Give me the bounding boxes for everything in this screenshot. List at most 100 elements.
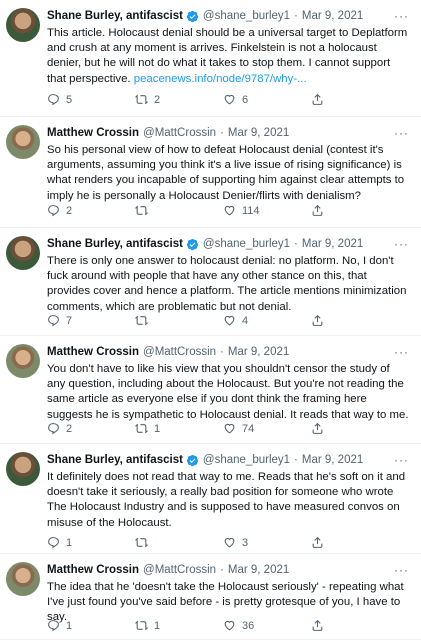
share-button[interactable] xyxy=(311,314,399,327)
author-handle[interactable]: @MattCrossin xyxy=(143,126,216,141)
separator: · xyxy=(220,564,224,576)
more-options-icon[interactable]: ··· xyxy=(394,345,409,359)
more-options-icon[interactable]: ··· xyxy=(394,237,409,251)
tweet-text: You don't have to like his view that you… xyxy=(47,363,409,421)
avatar[interactable] xyxy=(6,344,40,378)
reply-count: 2 xyxy=(66,422,73,435)
author-handle[interactable]: @MattCrossin xyxy=(143,563,216,578)
retweet-button[interactable]: 1 xyxy=(135,619,223,632)
reply-icon xyxy=(48,620,59,632)
tweet-actions: 2 114 xyxy=(47,204,399,217)
more-options-icon[interactable]: ··· xyxy=(394,9,409,23)
author-name[interactable]: Shane Burley, antifascist xyxy=(47,237,183,252)
reply-button[interactable]: 2 xyxy=(47,422,135,435)
more-options-icon[interactable]: ··· xyxy=(394,563,409,577)
tweet[interactable]: Shane Burley, antifascist @shane_burley1… xyxy=(0,228,421,336)
tweet-actions: 2 1 74 xyxy=(47,422,399,435)
tweet-date[interactable]: Mar 9, 2021 xyxy=(228,345,289,360)
author-name[interactable]: Shane Burley, antifascist xyxy=(47,9,183,24)
verified-badge-icon xyxy=(186,238,199,251)
author-name[interactable]: Matthew Crossin xyxy=(47,563,139,578)
share-button[interactable] xyxy=(311,422,399,435)
tweet[interactable]: Matthew Crossin @MattCrossin · Mar 9, 20… xyxy=(0,336,421,444)
author-handle[interactable]: @MattCrossin xyxy=(143,345,216,360)
retweet-icon xyxy=(135,94,148,105)
retweet-button[interactable]: 2 xyxy=(135,93,223,106)
separator: · xyxy=(220,127,224,139)
author-name[interactable]: Matthew Crossin xyxy=(47,126,139,141)
retweet-icon xyxy=(135,423,148,434)
like-button[interactable]: 114 xyxy=(223,204,311,217)
like-button[interactable]: 6 xyxy=(223,93,311,106)
separator: · xyxy=(220,346,224,358)
author-name[interactable]: Matthew Crossin xyxy=(47,345,139,360)
avatar[interactable] xyxy=(6,562,40,596)
share-button[interactable] xyxy=(311,93,399,106)
author-handle[interactable]: @shane_burley1 xyxy=(203,237,290,252)
tweet[interactable]: Matthew Crossin @MattCrossin · Mar 9, 20… xyxy=(0,117,421,228)
reply-button[interactable]: 5 xyxy=(47,93,135,106)
share-icon xyxy=(312,314,323,326)
retweet-button[interactable] xyxy=(135,314,223,327)
reply-button[interactable]: 2 xyxy=(47,204,135,217)
like-count: 74 xyxy=(242,422,255,435)
author-handle[interactable]: @shane_burley1 xyxy=(203,453,290,468)
retweet-button[interactable] xyxy=(135,204,223,217)
reply-button[interactable]: 1 xyxy=(47,536,135,549)
heart-icon xyxy=(224,423,235,434)
tweet-header: Matthew Crossin @MattCrossin · Mar 9, 20… xyxy=(47,126,411,141)
share-button[interactable] xyxy=(311,536,399,549)
retweet-button[interactable]: 1 xyxy=(135,422,223,435)
like-button[interactable]: 74 xyxy=(223,422,311,435)
avatar[interactable] xyxy=(6,452,40,486)
avatar[interactable] xyxy=(6,236,40,270)
tweet-date[interactable]: Mar 9, 2021 xyxy=(302,237,363,252)
share-button[interactable] xyxy=(311,619,399,632)
tweet-date[interactable]: Mar 9, 2021 xyxy=(228,126,289,141)
author-name[interactable]: Shane Burley, antifascist xyxy=(47,453,183,468)
reply-button[interactable]: 1 xyxy=(47,619,135,632)
share-icon xyxy=(312,204,323,216)
tweet-date[interactable]: Mar 9, 2021 xyxy=(302,453,363,468)
retweet-icon xyxy=(135,315,148,326)
avatar[interactable] xyxy=(6,8,40,42)
reply-icon xyxy=(48,423,59,435)
more-options-icon[interactable]: ··· xyxy=(394,453,409,467)
retweet-button[interactable] xyxy=(135,536,223,549)
tweet[interactable]: Matthew Crossin @MattCrossin · Mar 9, 20… xyxy=(0,554,421,640)
tweet[interactable]: Shane Burley, antifascist @shane_burley1… xyxy=(0,444,421,554)
more-options-icon[interactable]: ··· xyxy=(394,126,409,140)
reply-button[interactable]: 7 xyxy=(47,314,135,327)
tweet-actions: 1 1 36 xyxy=(47,619,399,632)
tweet-text: It definitely does not read that way to … xyxy=(47,471,406,529)
like-count: 4 xyxy=(242,314,249,327)
share-icon xyxy=(312,422,323,434)
avatar[interactable] xyxy=(6,125,40,159)
tweet-text: So his personal view of how to defeat Ho… xyxy=(47,144,405,202)
retweet-count: 1 xyxy=(154,619,161,632)
tweet-text: This article. Holocaust denial should be… xyxy=(47,26,411,87)
tweet[interactable]: Shane Burley, antifascist @shane_burley1… xyxy=(0,0,421,117)
tweet-link[interactable]: peacenews.info/node/9787/why-... xyxy=(134,73,307,85)
like-button[interactable]: 3 xyxy=(223,536,311,549)
verified-badge-icon xyxy=(186,10,199,23)
heart-icon xyxy=(224,94,235,105)
tweet-date[interactable]: Mar 9, 2021 xyxy=(228,563,289,578)
like-button[interactable]: 4 xyxy=(223,314,311,327)
retweet-icon xyxy=(135,537,148,548)
retweet-icon xyxy=(135,205,148,216)
heart-icon xyxy=(224,537,235,548)
share-button[interactable] xyxy=(311,204,399,217)
tweet-date[interactable]: Mar 9, 2021 xyxy=(302,9,363,24)
reply-count: 1 xyxy=(66,619,73,632)
reply-icon xyxy=(48,537,59,549)
tweet-header: Shane Burley, antifascist @shane_burley1… xyxy=(47,9,411,24)
author-handle[interactable]: @shane_burley1 xyxy=(203,9,290,24)
reply-count: 5 xyxy=(66,93,73,106)
like-button[interactable]: 36 xyxy=(223,619,311,632)
tweet-actions: 1 3 xyxy=(47,536,399,549)
tweet-header: Shane Burley, antifascist @shane_burley1… xyxy=(47,453,411,468)
reply-count: 2 xyxy=(66,204,73,217)
share-icon xyxy=(312,93,323,105)
reply-icon xyxy=(48,94,59,106)
